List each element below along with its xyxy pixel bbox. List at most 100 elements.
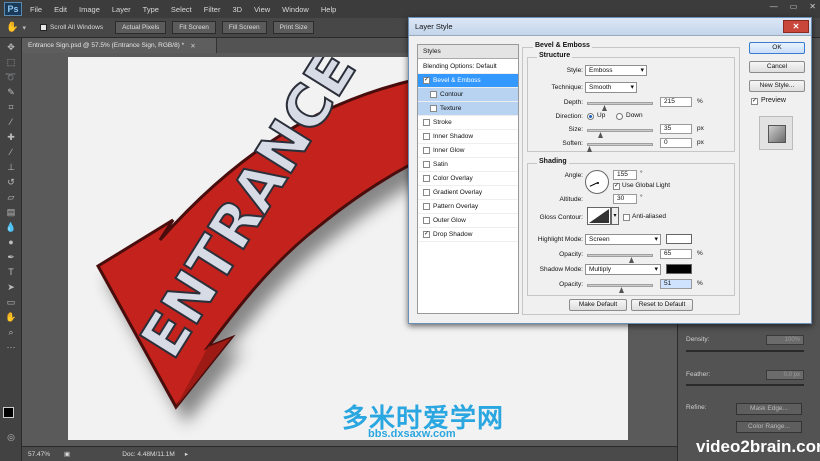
fit-screen-button[interactable]: Fit Screen <box>172 21 216 34</box>
path-select-tool-icon[interactable]: ➤ <box>4 281 18 293</box>
feather-field[interactable]: 0.0 px <box>766 370 804 380</box>
color-range-button[interactable]: Color Range... <box>736 421 802 433</box>
blending-options-item[interactable]: Blending Options: Default <box>418 60 518 74</box>
soften-slider[interactable] <box>587 143 653 152</box>
menu-select[interactable]: Select <box>171 5 192 14</box>
minimize-icon[interactable]: — <box>770 2 778 11</box>
style-item-pattern-overlay[interactable]: Pattern Overlay <box>418 200 518 214</box>
depth-input[interactable]: 215 <box>660 97 692 107</box>
inner-glow-checkbox[interactable] <box>423 147 430 154</box>
foreground-color-swatch[interactable] <box>3 407 14 418</box>
gradient-tool-icon[interactable]: ▤ <box>4 206 18 218</box>
type-tool-icon[interactable]: T <box>4 266 18 278</box>
document-tab[interactable]: Entrance Sign.psd @ 57.5% (Entrance Sign… <box>22 38 217 53</box>
menu-help[interactable]: Help <box>321 5 336 14</box>
make-default-button[interactable]: Make Default <box>569 299 627 311</box>
scroll-all-windows-checkbox[interactable] <box>39 24 47 31</box>
density-slider[interactable] <box>686 350 804 352</box>
maximize-icon[interactable]: ▭ <box>790 2 798 11</box>
menu-3d[interactable]: 3D <box>232 5 242 14</box>
status-doc-icon[interactable]: ▣ <box>64 450 70 458</box>
menu-view[interactable]: View <box>254 5 270 14</box>
fill-screen-button[interactable]: Fill Screen <box>221 21 267 34</box>
blur-tool-icon[interactable]: 💧 <box>4 221 18 233</box>
quick-mask-icon[interactable]: ◎ <box>4 431 18 443</box>
gradient-overlay-checkbox[interactable] <box>423 189 430 196</box>
gloss-contour-picker[interactable] <box>587 207 611 225</box>
move-tool-icon[interactable]: ✥ <box>4 41 18 53</box>
menu-file[interactable]: File <box>30 5 42 14</box>
shadow-opacity-slider[interactable] <box>587 284 653 293</box>
zoom-tool-icon[interactable]: ⌕ <box>4 326 18 338</box>
mask-edge-button[interactable]: Mask Edge... <box>736 403 802 415</box>
outer-glow-checkbox[interactable] <box>423 217 430 224</box>
new-style-button[interactable]: New Style... <box>749 80 805 92</box>
shadow-opacity-input[interactable]: 51 <box>660 279 692 289</box>
close-icon[interactable]: ✕ <box>809 2 816 11</box>
menu-layer[interactable]: Layer <box>112 5 131 14</box>
bevel-emboss-checkbox[interactable]: ✓ <box>423 77 430 84</box>
lasso-tool-icon[interactable]: ➰ <box>4 71 18 83</box>
texture-checkbox[interactable] <box>430 105 437 112</box>
feather-slider[interactable] <box>686 384 804 386</box>
altitude-input[interactable]: 30 <box>613 194 637 204</box>
style-select[interactable]: Emboss <box>585 65 647 76</box>
color-overlay-checkbox[interactable] <box>423 175 430 182</box>
cancel-button[interactable]: Cancel <box>749 61 805 73</box>
status-arrow-icon[interactable]: ▸ <box>185 450 188 458</box>
crop-tool-icon[interactable]: ⌗ <box>4 101 18 113</box>
style-item-outer-glow[interactable]: Outer Glow <box>418 214 518 228</box>
style-item-stroke[interactable]: Stroke <box>418 116 518 130</box>
size-input[interactable]: 35 <box>660 124 692 134</box>
zoom-level[interactable]: 57.47% <box>28 451 50 458</box>
style-item-contour[interactable]: Contour <box>418 88 518 102</box>
style-item-satin[interactable]: Satin <box>418 158 518 172</box>
angle-dial[interactable] <box>585 170 609 194</box>
soften-input[interactable]: 0 <box>660 138 692 148</box>
style-item-inner-glow[interactable]: Inner Glow <box>418 144 518 158</box>
print-size-button[interactable]: Print Size <box>272 21 315 34</box>
styles-header[interactable]: Styles <box>418 45 518 59</box>
size-slider[interactable] <box>587 129 653 138</box>
style-item-inner-shadow[interactable]: Inner Shadow <box>418 130 518 144</box>
anti-aliased-checkbox[interactable] <box>623 214 630 221</box>
pattern-overlay-checkbox[interactable] <box>423 203 430 210</box>
style-item-bevel-emboss[interactable]: ✓ Bevel & Emboss <box>418 74 518 88</box>
more-tools-icon[interactable]: ··· <box>4 341 18 353</box>
use-global-light-checkbox[interactable]: ✓ <box>613 183 620 190</box>
menu-type[interactable]: Type <box>143 5 159 14</box>
stroke-checkbox[interactable] <box>423 119 430 126</box>
drop-shadow-checkbox[interactable]: ✓ <box>423 231 430 238</box>
shape-tool-icon[interactable]: ▭ <box>4 296 18 308</box>
dialog-close-button[interactable]: ✕ <box>783 20 809 33</box>
satin-checkbox[interactable] <box>423 161 430 168</box>
pen-tool-icon[interactable]: ✒ <box>4 251 18 263</box>
menu-filter[interactable]: Filter <box>204 5 221 14</box>
marquee-tool-icon[interactable]: ⬚ <box>4 56 18 68</box>
menu-window[interactable]: Window <box>282 5 309 14</box>
style-item-texture[interactable]: Texture <box>418 102 518 116</box>
hand-tool-icon[interactable]: ✋ <box>6 22 18 33</box>
style-item-gradient-overlay[interactable]: Gradient Overlay <box>418 186 518 200</box>
close-tab-icon[interactable]: ✕ <box>190 42 195 50</box>
highlight-color-swatch[interactable] <box>666 234 692 244</box>
clone-stamp-tool-icon[interactable]: ⊥ <box>4 161 18 173</box>
gloss-contour-chevron-icon[interactable]: ▾ <box>611 207 619 225</box>
contour-checkbox[interactable] <box>430 91 437 98</box>
quick-select-tool-icon[interactable]: ✎ <box>4 86 18 98</box>
ok-button[interactable]: OK <box>749 42 805 54</box>
eraser-tool-icon[interactable]: ▱ <box>4 191 18 203</box>
history-brush-tool-icon[interactable]: ↺ <box>4 176 18 188</box>
hand-tool-icon[interactable]: ✋ <box>4 311 18 323</box>
direction-up-radio[interactable] <box>587 113 594 120</box>
highlight-mode-select[interactable]: Screen <box>585 234 661 245</box>
technique-select[interactable]: Smooth <box>585 82 637 93</box>
tool-preset-chevron-icon[interactable]: ▾ <box>22 24 26 32</box>
reset-to-default-button[interactable]: Reset to Default <box>631 299 693 311</box>
shadow-mode-select[interactable]: Multiply <box>585 264 661 275</box>
healing-tool-icon[interactable]: ✚ <box>4 131 18 143</box>
density-field[interactable]: 100% <box>766 335 804 345</box>
dodge-tool-icon[interactable]: ● <box>4 236 18 248</box>
menu-image[interactable]: Image <box>79 5 100 14</box>
highlight-opacity-slider[interactable] <box>587 254 653 263</box>
